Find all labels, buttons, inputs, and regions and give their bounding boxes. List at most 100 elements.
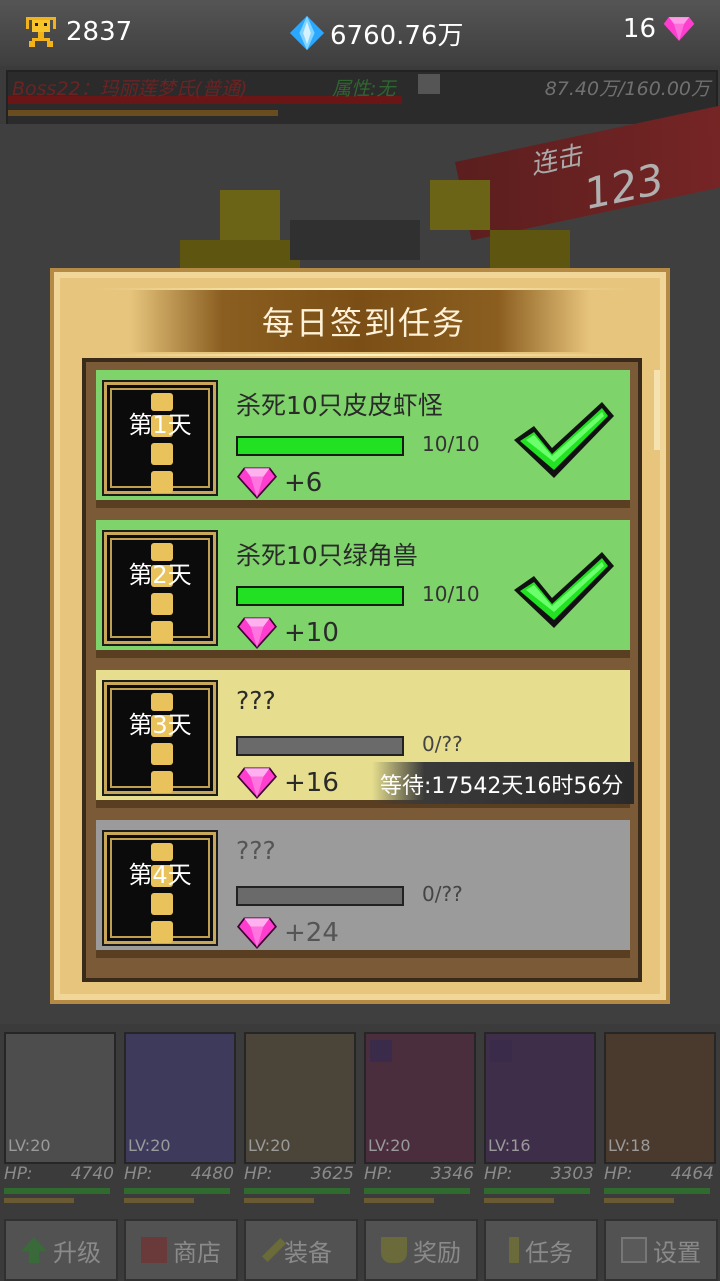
hero-hp-bar bbox=[244, 1188, 350, 1194]
diamond-amount: 6760.76万 bbox=[330, 20, 464, 51]
task-progress-text: 0/?? bbox=[422, 882, 463, 906]
boss-attribute: 属性:无 bbox=[332, 78, 396, 100]
day-label: 第3天 bbox=[128, 711, 192, 739]
rewards-button[interactable]: 奖励 bbox=[364, 1219, 478, 1281]
blue-diamond-icon bbox=[289, 15, 325, 51]
day-badge: 第1天 bbox=[104, 382, 216, 494]
task-progress-bar bbox=[236, 436, 404, 456]
pink-gem-icon bbox=[663, 17, 695, 41]
hero-level: LV:20 bbox=[248, 1136, 291, 1155]
gold-amount: 2837 bbox=[66, 17, 133, 47]
skull-badge-icon bbox=[490, 1040, 512, 1062]
hero-hp: HP: 3625 bbox=[244, 1164, 354, 1184]
pink-gem-icon bbox=[237, 467, 277, 499]
hero-card[interactable]: LV:20 HP: 3625 bbox=[240, 1032, 356, 1210]
task-row-day-1[interactable]: 第1天 杀死10只皮皮虾怪 10/10 +6 bbox=[96, 370, 630, 508]
reward: +10 bbox=[236, 616, 339, 650]
bottom-menu: 升级 商店 装备 奖励 任务 设置 bbox=[0, 1216, 720, 1281]
task-row-day-2[interactable]: 第2天 杀死10只绿角兽 10/10 +10 bbox=[96, 520, 630, 658]
countdown-timer: 等待:17542天16时56分 bbox=[380, 774, 624, 799]
reward: +16 bbox=[236, 766, 339, 800]
exclamation-icon bbox=[509, 1237, 519, 1263]
task-row-day-3[interactable]: 第3天 ??? 0/?? +16 等待:17542天16时56分 bbox=[96, 670, 634, 808]
task-name: ??? bbox=[236, 686, 276, 715]
up-arrow-icon bbox=[21, 1237, 47, 1263]
boss-name: Boss22：玛丽莲梦氏(普通) bbox=[12, 78, 248, 100]
hero-energy-bar bbox=[364, 1198, 434, 1203]
task-name: 杀死10只皮皮虾怪 bbox=[236, 391, 443, 420]
boss-hp-text: 87.40万/160.00万 bbox=[544, 78, 710, 100]
task-progress-text: 10/10 bbox=[422, 432, 480, 456]
reward-amount: +6 bbox=[284, 468, 323, 498]
hero-hp: HP: 4464 bbox=[604, 1164, 714, 1184]
reward: +6 bbox=[236, 466, 322, 500]
task-progress-bar bbox=[236, 736, 404, 756]
task-name: ??? bbox=[236, 836, 276, 865]
boss-secondary-fill bbox=[8, 110, 278, 116]
boss-health-bar: Boss22：玛丽莲梦氏(普通) 属性:无 87.40万/160.00万 bbox=[6, 70, 718, 126]
hero-level: LV:20 bbox=[368, 1136, 411, 1155]
upgrade-button[interactable]: 升级 bbox=[4, 1219, 118, 1281]
boss-sprite bbox=[180, 180, 570, 280]
gold-counter: 2837 bbox=[22, 14, 132, 50]
title-divider bbox=[94, 354, 634, 356]
reward: +24 bbox=[236, 916, 339, 950]
hero-hp-bar bbox=[604, 1188, 710, 1194]
hero-card[interactable]: LV:20 HP: 3346 bbox=[360, 1032, 476, 1210]
reward-amount: +10 bbox=[284, 618, 339, 648]
day-badge: 第4天 bbox=[104, 832, 216, 944]
hero-energy-bar bbox=[484, 1198, 554, 1203]
day-badge: 第3天 bbox=[104, 682, 216, 794]
hero-level: LV:20 bbox=[8, 1136, 51, 1155]
shop-icon bbox=[141, 1237, 167, 1263]
hero-energy-bar bbox=[604, 1198, 674, 1203]
hero-level: LV:20 bbox=[128, 1136, 171, 1155]
hero-hp-bar bbox=[484, 1188, 590, 1194]
skull-badge-icon bbox=[370, 1040, 392, 1062]
checkmark-icon bbox=[514, 552, 614, 628]
hero-hp: HP: 3346 bbox=[364, 1164, 474, 1184]
hero-card[interactable]: LV:20 HP: 4480 bbox=[120, 1032, 236, 1210]
equipment-button[interactable]: 装备 bbox=[244, 1219, 358, 1281]
gem-counter: 16 bbox=[623, 14, 696, 44]
tasks-button[interactable]: 任务 bbox=[484, 1219, 598, 1281]
hero-energy-bar bbox=[4, 1198, 74, 1203]
task-progress-bar bbox=[236, 586, 404, 606]
pink-gem-icon bbox=[237, 767, 277, 799]
day-label: 第2天 bbox=[128, 561, 192, 589]
task-progress-text: 10/10 bbox=[422, 582, 480, 606]
sword-icon bbox=[261, 1237, 287, 1263]
hero-hp-bar bbox=[4, 1188, 110, 1194]
task-list[interactable]: 第1天 杀死10只皮皮虾怪 10/10 +6 第2天 杀死10只绿角兽 10/1… bbox=[82, 358, 642, 982]
hero-hp-bar bbox=[364, 1188, 470, 1194]
hero-energy-bar bbox=[124, 1198, 194, 1203]
trophy-icon bbox=[26, 17, 56, 47]
hero-hp: HP: 3303 bbox=[484, 1164, 594, 1184]
checkmark-icon bbox=[514, 402, 614, 478]
attribute-icon bbox=[418, 74, 440, 94]
gem-amount: 16 bbox=[622, 14, 656, 44]
trophy-icon bbox=[381, 1237, 407, 1263]
hero-hp: HP: 4740 bbox=[4, 1164, 114, 1184]
scrollbar[interactable] bbox=[654, 370, 660, 450]
day-badge: 第2天 bbox=[104, 532, 216, 644]
pink-gem-icon bbox=[237, 917, 277, 949]
hero-card[interactable]: LV:18 HP: 4464 bbox=[600, 1032, 716, 1210]
hero-hp: HP: 4480 bbox=[124, 1164, 234, 1184]
day-label: 第1天 bbox=[128, 411, 192, 439]
resource-bar: 2837 6760.76万 16 bbox=[0, 0, 720, 66]
task-progress-bar bbox=[236, 886, 404, 906]
hero-card[interactable]: LV:20 HP: 4740 bbox=[0, 1032, 116, 1210]
hero-hp-bar bbox=[124, 1188, 230, 1194]
dialog-title: 每日签到任务 bbox=[261, 304, 466, 342]
reward-amount: +24 bbox=[284, 918, 339, 948]
hero-level: LV:18 bbox=[608, 1136, 651, 1155]
settings-button[interactable]: 设置 bbox=[604, 1219, 718, 1281]
pink-gem-icon bbox=[237, 617, 277, 649]
task-row-day-4[interactable]: 第4天 ??? 0/?? +24 bbox=[96, 820, 630, 958]
hero-card[interactable]: LV:16 HP: 3303 bbox=[480, 1032, 596, 1210]
reward-amount: +16 bbox=[284, 768, 339, 798]
day-label: 第4天 bbox=[128, 861, 192, 889]
shop-button[interactable]: 商店 bbox=[124, 1219, 238, 1281]
hero-energy-bar bbox=[244, 1198, 314, 1203]
